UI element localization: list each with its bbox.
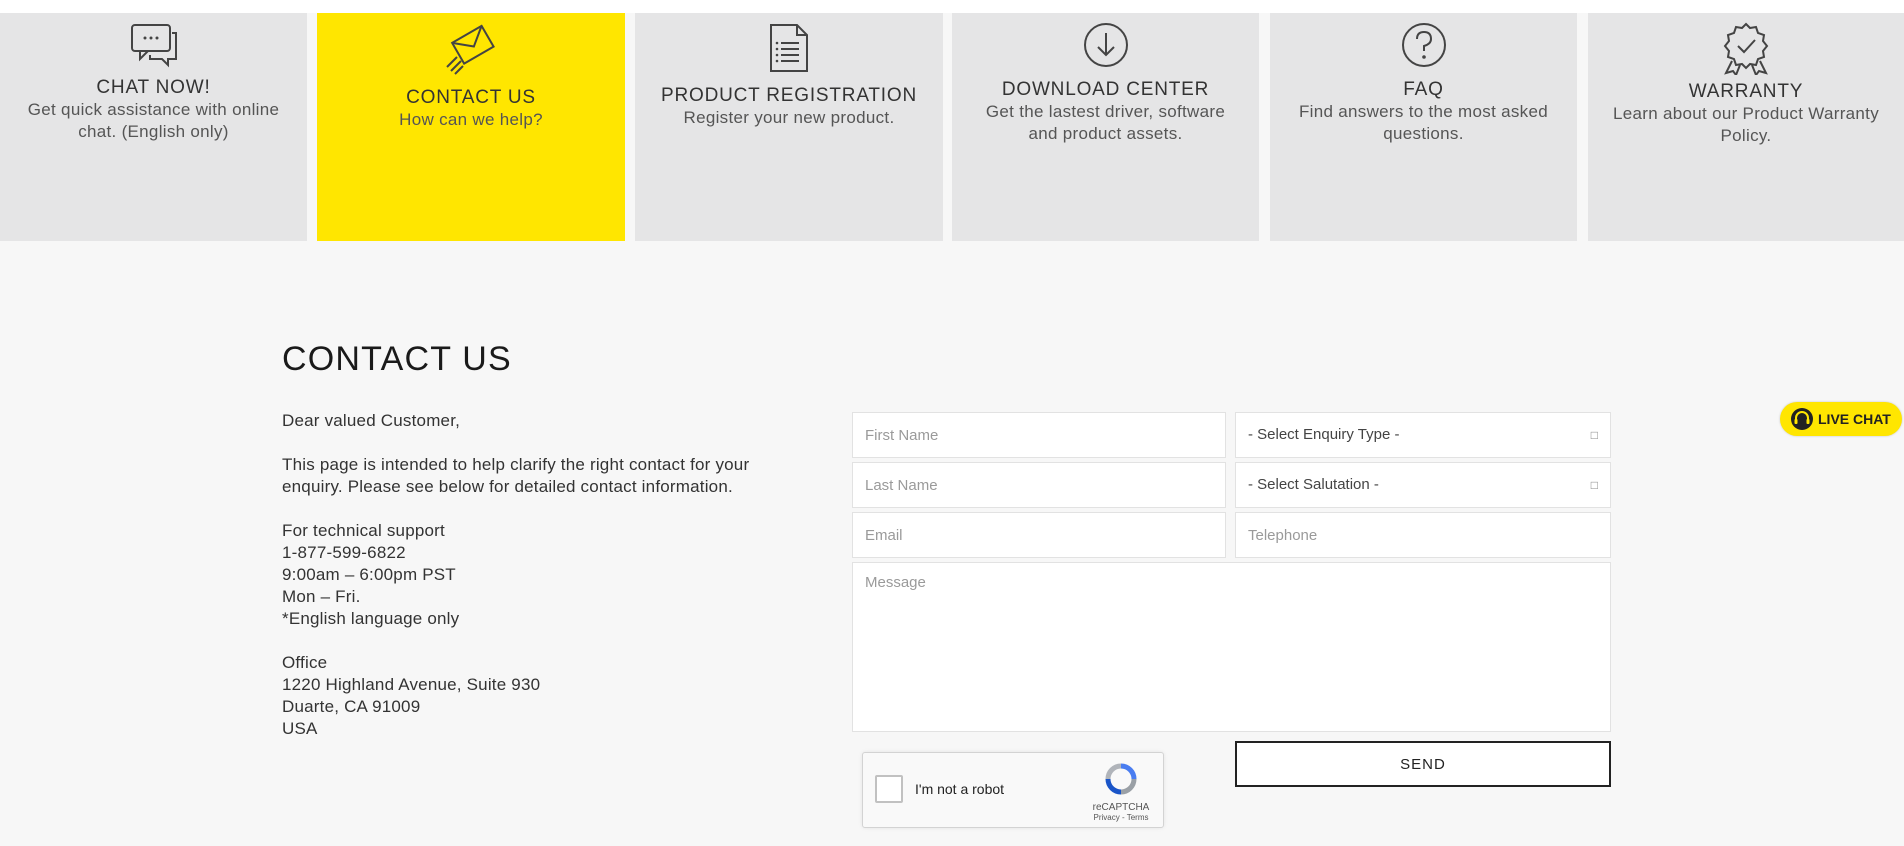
intro-line: enquiry. Please see below for detailed c… xyxy=(282,477,733,496)
support-phone: 1-877-599-6822 xyxy=(282,543,406,562)
card-title: DOWNLOAD CENTER xyxy=(1001,79,1210,100)
message-field[interactable] xyxy=(852,562,1611,732)
chat-bubbles-icon xyxy=(130,24,177,68)
live-chat-button[interactable]: LIVE CHAT xyxy=(1780,402,1902,436)
recaptcha-links[interactable]: Privacy - Terms xyxy=(1091,813,1151,822)
envelope-send-icon xyxy=(446,24,495,75)
chevron-down-icon: □ xyxy=(1590,428,1598,442)
last-name-field[interactable] xyxy=(852,462,1226,508)
card-title: CONTACT US xyxy=(406,87,536,108)
support-info: For technical support 1-877-599-6822 9:0… xyxy=(282,520,822,630)
card-desc-line: Get the lastest driver, software xyxy=(985,102,1226,121)
card-download-center[interactable]: DOWNLOAD CENTER Get the lastest driver, … xyxy=(952,13,1259,241)
support-days: Mon – Fri. xyxy=(282,587,361,606)
card-desc-line: Find answers to the most asked xyxy=(1298,102,1548,121)
page-title: CONTACT US xyxy=(282,340,512,378)
intro-text: This page is intended to help clarify th… xyxy=(282,454,822,498)
card-desc-line: Register your new product. xyxy=(683,108,895,127)
live-chat-label: LIVE CHAT xyxy=(1818,411,1891,427)
email-field[interactable] xyxy=(852,512,1226,558)
card-desc-line: questions. xyxy=(1383,124,1464,143)
card-title: CHAT NOW! xyxy=(96,77,211,98)
office-label: Office xyxy=(282,653,328,672)
award-badge-icon xyxy=(1723,22,1769,75)
office-address-line: Duarte, CA 91009 xyxy=(282,697,421,716)
first-name-field[interactable] xyxy=(852,412,1226,458)
chevron-down-icon: □ xyxy=(1590,478,1598,492)
support-line: For technical support xyxy=(282,521,445,540)
headset-icon xyxy=(1791,408,1813,430)
download-arrow-icon xyxy=(1083,23,1128,67)
recaptcha-widget: I'm not a robot reCAPTCHA Privacy - Term… xyxy=(862,752,1164,828)
document-icon xyxy=(770,24,808,72)
contact-info: Dear valued Customer, This page is inten… xyxy=(282,410,822,762)
card-desc-line: How can we help? xyxy=(399,110,543,129)
recaptcha-checkbox[interactable] xyxy=(875,775,903,803)
support-hours: 9:00am – 6:00pm PST xyxy=(282,565,456,584)
greeting-text: Dear valued Customer, xyxy=(282,411,461,430)
card-chat-now[interactable]: CHAT NOW! Get quick assistance with onli… xyxy=(0,13,307,241)
card-contact-us[interactable]: CONTACT US How can we help? xyxy=(317,13,625,241)
support-language: *English language only xyxy=(282,609,460,628)
recaptcha-brand: reCAPTCHA Privacy - Terms xyxy=(1091,763,1151,822)
enquiry-type-select[interactable]: - Select Enquiry Type - □ xyxy=(1235,412,1611,458)
top-strip xyxy=(0,0,1904,13)
card-warranty[interactable]: WARRANTY Learn about our Product Warrant… xyxy=(1588,13,1904,241)
send-button[interactable]: SEND xyxy=(1235,741,1611,787)
service-cards: CHAT NOW! Get quick assistance with onli… xyxy=(0,13,1904,241)
card-desc-line: and product assets. xyxy=(1028,124,1183,143)
salutation-select[interactable]: - Select Salutation - □ xyxy=(1235,462,1611,508)
office-country: USA xyxy=(282,719,318,738)
salutation-value: - Select Salutation - xyxy=(1248,476,1379,493)
question-circle-icon xyxy=(1401,23,1446,67)
card-product-registration[interactable]: PRODUCT REGISTRATION Register your new p… xyxy=(635,13,943,241)
card-desc-line: chat. (English only) xyxy=(78,122,229,141)
recaptcha-brand-text: reCAPTCHA xyxy=(1092,802,1150,813)
recaptcha-logo-icon xyxy=(1105,763,1137,795)
recaptcha-label: I'm not a robot xyxy=(915,781,1005,797)
intro-line: This page is intended to help clarify th… xyxy=(282,455,750,474)
card-desc-line: Policy. xyxy=(1720,126,1772,145)
card-desc-line: Learn about our Product Warranty xyxy=(1613,104,1879,123)
office-info: Office 1220 Highland Avenue, Suite 930 D… xyxy=(282,652,822,740)
enquiry-type-value: - Select Enquiry Type - xyxy=(1248,426,1400,443)
office-address-line: 1220 Highland Avenue, Suite 930 xyxy=(282,675,541,694)
telephone-field[interactable] xyxy=(1235,512,1611,558)
card-desc-line: Get quick assistance with online xyxy=(27,100,280,119)
card-title: PRODUCT REGISTRATION xyxy=(661,85,917,106)
card-title: WARRANTY xyxy=(1688,81,1804,102)
card-title: FAQ xyxy=(1403,79,1444,100)
card-faq[interactable]: FAQ Find answers to the most asked quest… xyxy=(1270,13,1577,241)
